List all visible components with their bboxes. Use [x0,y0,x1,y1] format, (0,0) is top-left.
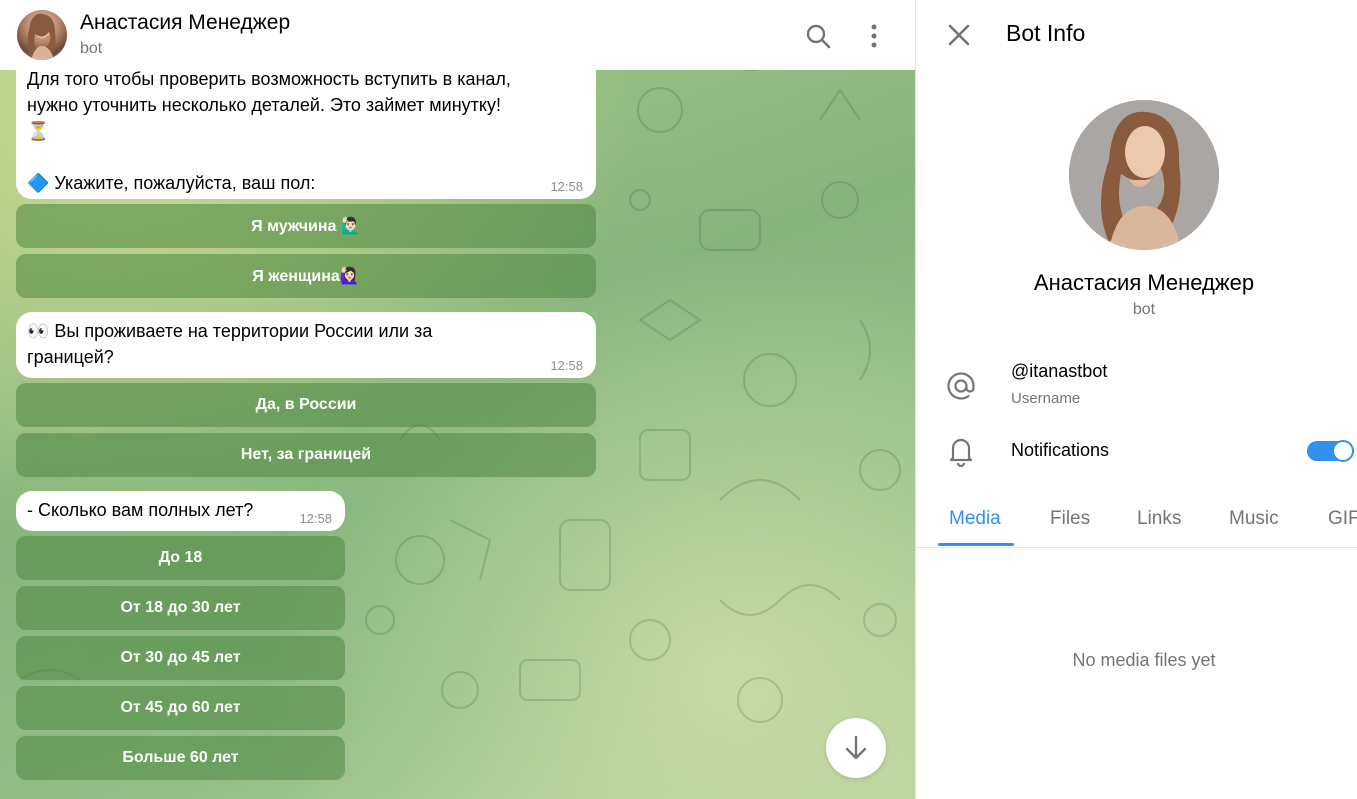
shared-media-tabs: Media Files Links Music GIF [916,494,1357,548]
keyboard-button-label: От 18 до 30 лет [120,599,241,616]
active-tab-indicator [938,543,1014,546]
arrow-down-icon [845,735,867,760]
bell-icon [949,438,973,468]
tab-music[interactable]: Music [1229,508,1279,530]
more-vertical-icon [871,24,877,48]
bot-info-panel: Bot Info Анастасия Менеджер bot @itanast… [915,0,1357,799]
keyboard-button-label: Я мужчина 🙋🏻‍♂️ [251,218,361,235]
keyboard-button-male[interactable]: Я мужчина 🙋🏻‍♂️ [16,204,596,248]
panel-title: Bot Info [1006,20,1086,46]
message-line: 👀 Вы проживаете на территории России или… [27,321,433,341]
tab-links[interactable]: Links [1137,508,1181,530]
profile-avatar[interactable] [1069,100,1219,250]
chat-area: Анастасия Менеджер bot Для того чтобы пр… [0,0,915,799]
message-time: 12:58 [550,179,583,194]
notifications-toggle[interactable] [1307,440,1354,462]
at-sign-icon [947,372,975,400]
search-icon [806,24,831,49]
keyboard-button-female[interactable]: Я женщина🙋🏻‍♀️ [16,254,596,298]
message-line: границей? [27,347,114,367]
keyboard-button-label: Я женщина🙋🏻‍♀️ [252,268,360,285]
toggle-knob [1332,440,1354,462]
avatar-photo [27,13,56,60]
message-line: - Сколько вам полных лет? [27,500,254,520]
tab-gif[interactable]: GIF [1328,508,1357,530]
close-button[interactable] [944,20,974,50]
tab-media[interactable]: Media [949,508,1001,530]
keyboard-button-over-60[interactable]: Больше 60 лет [16,736,345,780]
message-line: 🔷 Укажите, пожалуйста, ваш пол: [27,173,316,193]
message-line: нужно уточнить несколько деталей. Это за… [27,95,501,115]
keyboard-button-abroad[interactable]: Нет, за границей [16,433,596,477]
keyboard-button-label: До 18 [158,549,203,566]
profile-name: Анастасия Менеджер [1033,270,1255,295]
keyboard-button-label: Да, в России [255,396,357,413]
message-bubble: 👀 Вы проживаете на территории России или… [16,312,596,378]
keyboard-button-30-45[interactable]: От 30 до 45 лет [16,636,345,680]
notifications-label: Notifications [1011,440,1110,460]
more-button[interactable] [858,20,890,52]
keyboard-button-18-30[interactable]: От 18 до 30 лет [16,586,345,630]
keyboard-button-45-60[interactable]: От 45 до 60 лет [16,686,345,730]
profile-subtitle: bot [1132,301,1156,318]
message-line [27,144,585,170]
username-caption: Username [1011,390,1081,407]
keyboard-button-label: Больше 60 лет [122,749,239,766]
keyboard-button-label: Нет, за границей [240,446,372,463]
message-bubble: - Сколько вам полных лет? 12:58 [16,491,345,531]
username-value: @itanastbot [1011,361,1108,381]
avatar-photo [1069,100,1219,250]
keyboard-button-russia[interactable]: Да, в России [16,383,596,427]
message-line: ⏳ [27,121,50,141]
chat-title[interactable]: Анастасия Менеджер [80,11,290,35]
keyboard-button-under-18[interactable]: До 18 [16,536,345,580]
keyboard-button-label: От 30 до 45 лет [120,649,241,666]
empty-media-message: No media files yet [1072,650,1216,670]
chat-avatar[interactable] [17,10,67,60]
close-icon [948,24,970,46]
tab-files[interactable]: Files [1050,508,1090,530]
message-time: 12:58 [299,511,332,526]
keyboard-button-label: От 45 до 60 лет [120,699,241,716]
message-bubble: Для того чтобы проверить возможность вст… [16,48,596,199]
chat-subtitle: bot [80,40,103,57]
scroll-to-bottom-button[interactable] [826,718,886,778]
search-button[interactable] [802,20,834,52]
chat-header: Анастасия Менеджер bot [0,0,915,70]
message-time: 12:58 [550,358,583,373]
